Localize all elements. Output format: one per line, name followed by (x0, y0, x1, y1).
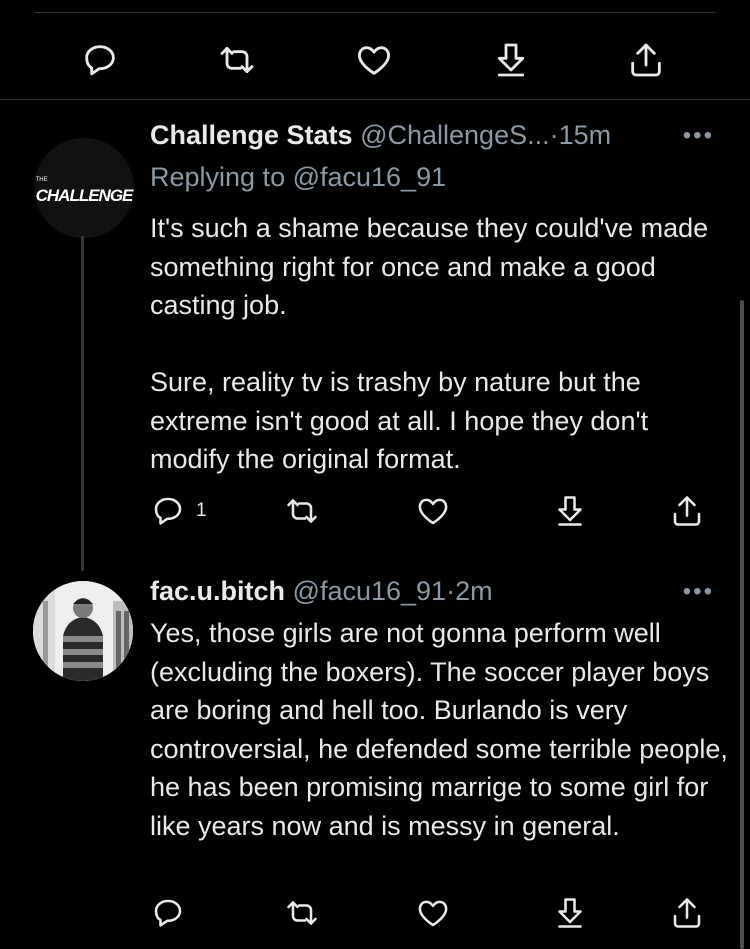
timestamp[interactable]: 2m (455, 576, 493, 606)
reply-button[interactable] (80, 40, 120, 80)
challenge-logo: THE CHALLENGE (35, 177, 134, 205)
share-icon (673, 496, 701, 526)
section-divider (0, 99, 750, 100)
download-button[interactable] (491, 40, 531, 80)
more-options-button[interactable]: ••• (683, 122, 714, 150)
download-button[interactable] (552, 493, 588, 529)
download-button[interactable] (552, 895, 588, 931)
author-handle[interactable]: @facu16_91 (293, 576, 447, 606)
share-button[interactable] (626, 40, 666, 80)
avatar[interactable]: THE CHALLENGE (34, 138, 134, 238)
reply-count: 1 (196, 500, 207, 521)
reply-button[interactable]: 1 (150, 493, 207, 529)
share-button[interactable] (669, 895, 705, 931)
reply-icon (154, 899, 182, 927)
profile-photo (33, 581, 133, 681)
share-icon (673, 898, 701, 928)
retweet-icon (220, 46, 254, 74)
retweet-button[interactable] (284, 493, 320, 529)
separator-dot: · (549, 120, 559, 150)
timestamp[interactable]: 15m (559, 120, 612, 150)
thread-line (81, 236, 84, 571)
separator-dot: · (446, 576, 456, 606)
tweet-text: Yes, those girls are not gonna perform w… (150, 618, 728, 841)
like-icon (358, 46, 390, 75)
retweet-icon (287, 499, 317, 523)
reply-icon (154, 497, 182, 525)
share-button[interactable] (669, 493, 705, 529)
more-options-button[interactable]: ••• (683, 578, 714, 606)
retweet-icon (287, 901, 317, 925)
replying-to[interactable]: Replying to @facu16_91 (150, 162, 446, 193)
reply-icon (85, 45, 115, 76)
like-icon (418, 498, 448, 525)
like-button[interactable] (415, 493, 451, 529)
scrollbar[interactable] (740, 300, 744, 949)
retweet-button[interactable] (284, 895, 320, 931)
avatar[interactable] (33, 581, 133, 681)
reply-button[interactable] (150, 895, 186, 931)
author-handle[interactable]: @ChallengeS... (360, 120, 550, 150)
author-name[interactable]: fac.u.bitch (150, 576, 285, 606)
retweet-button[interactable] (217, 40, 257, 80)
like-button[interactable] (354, 40, 394, 80)
author-name[interactable]: Challenge Stats (150, 120, 353, 150)
download-icon (558, 898, 582, 928)
like-icon (418, 900, 448, 927)
tweet-header: fac.u.bitch @facu16_91·2m (150, 576, 493, 607)
download-icon (497, 43, 525, 77)
download-icon (558, 496, 582, 526)
tweet-text: It's such a shame because they could've … (150, 213, 709, 474)
top-divider (34, 12, 716, 13)
tweet-header: Challenge Stats @ChallengeS...·15m (150, 120, 611, 151)
like-button[interactable] (415, 895, 451, 931)
share-icon (631, 43, 661, 77)
